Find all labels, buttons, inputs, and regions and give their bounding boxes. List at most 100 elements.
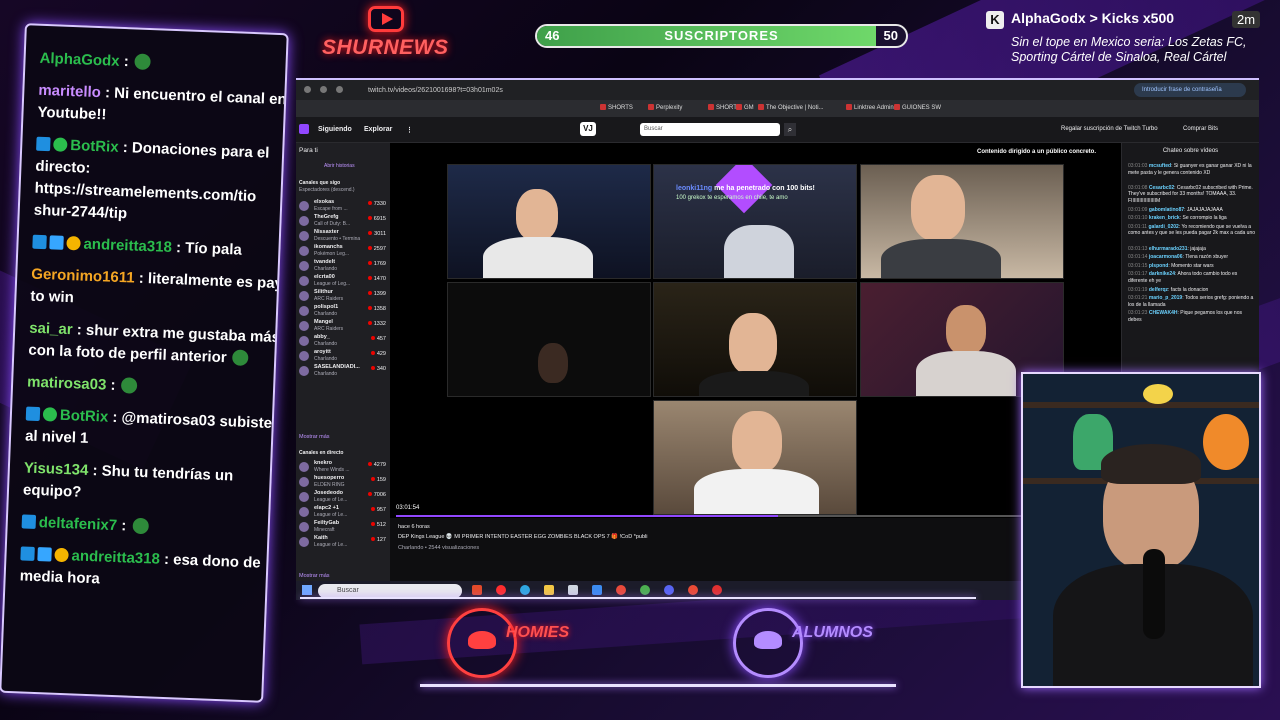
- chat-username[interactable]: mcsufted: [1149, 163, 1171, 169]
- turbo-button[interactable]: Regalar suscripción de Twitch Turbo: [1061, 126, 1158, 132]
- playback-time: 03:01:54: [396, 505, 420, 511]
- discord-icon[interactable]: [664, 585, 674, 595]
- brave-icon[interactable]: [472, 585, 482, 595]
- show-more-followed[interactable]: Mostrar más: [299, 434, 330, 440]
- app-icon[interactable]: [616, 585, 626, 595]
- chat-badge-icon: [53, 137, 68, 152]
- address-bar[interactable]: twitch.tv/videos/2621001698?t=03h01m02s: [368, 84, 1008, 97]
- chat-username[interactable]: maritello: [38, 82, 101, 101]
- sidebar-channel[interactable]: abby_ Charlando 457: [299, 334, 387, 349]
- app-icon[interactable]: [592, 585, 602, 595]
- shelf: [1023, 402, 1259, 408]
- stream-app-icon[interactable]: VJ: [580, 122, 596, 136]
- bookmark-item[interactable]: Perplexity: [648, 104, 682, 111]
- chat-username[interactable]: CHEWAK4H: [1149, 310, 1178, 316]
- store-icon[interactable]: [568, 585, 578, 595]
- stream-chat-panel: AlphaGodx : maritello : Ni encuentro el c…: [0, 23, 289, 703]
- bookmark-item[interactable]: GM: [736, 104, 754, 111]
- sidebar-channel[interactable]: Nissaxter Descuento • Termina 3011: [299, 229, 387, 244]
- bookmark-label: Linktree Admin: [854, 105, 894, 111]
- sidebar-channel[interactable]: elapc2 +1 League of Le... 957: [299, 505, 387, 520]
- person-body: [881, 239, 1001, 278]
- chat-username[interactable]: andreitta318: [83, 236, 172, 256]
- back-icon[interactable]: [304, 86, 311, 93]
- channel-avatar: [299, 477, 309, 487]
- forward-icon[interactable]: [320, 86, 327, 93]
- sidebar-channel[interactable]: huesoperro ELDEN RING 159: [299, 475, 387, 490]
- sidebar-channel[interactable]: Kaith League of Le... 127: [299, 535, 387, 550]
- show-more-live[interactable]: Mostrar más: [299, 573, 330, 579]
- alert-time: 2m: [1232, 11, 1261, 28]
- channel-viewers: 3011: [368, 231, 386, 237]
- chat-username[interactable]: sai_ar: [29, 320, 73, 339]
- sidebar-channel[interactable]: elcrta00 League of Leg... 1470: [299, 274, 387, 289]
- chat-username[interactable]: elhurmarado231: [1149, 246, 1188, 252]
- twitch-logo-icon[interactable]: [299, 124, 309, 134]
- pokeball-icon[interactable]: [712, 585, 722, 595]
- sidebar-channel[interactable]: SASELANDIADI... Charlando 340: [299, 364, 387, 379]
- search-icon[interactable]: ⌕: [784, 123, 796, 136]
- sidebar-channel[interactable]: ikomanchs Pokémon Leg... 2597: [299, 244, 387, 259]
- chat-username[interactable]: delferqz: [1149, 287, 1168, 293]
- chat-username[interactable]: mario_p_2019: [1149, 295, 1182, 301]
- sidebar-channel[interactable]: Silithur ARC Raiders 1399: [299, 289, 387, 304]
- windows-start-icon[interactable]: [302, 585, 312, 595]
- chrome-icon[interactable]: [640, 585, 650, 595]
- nav-following[interactable]: Siguiendo: [318, 126, 352, 133]
- sidebar-channel[interactable]: FeiltyGab Minecraft 512: [299, 520, 387, 535]
- opera-icon[interactable]: [496, 585, 506, 595]
- chat-username[interactable]: BotRix: [60, 407, 109, 426]
- sidebar-channel[interactable]: aroyitt Charlando 429: [299, 349, 387, 364]
- sidebar-channel[interactable]: tvandelt Charlando 1769: [299, 259, 387, 274]
- chat-username[interactable]: andreitta318: [71, 547, 160, 567]
- chat-username[interactable]: kraken_brick: [1149, 215, 1180, 221]
- bookmark-label: GUIONES SW: [902, 105, 942, 111]
- chat-username[interactable]: gabomlatino87: [1149, 207, 1184, 213]
- chat-username[interactable]: AlphaGodx: [39, 50, 120, 70]
- search-input[interactable]: Buscar: [640, 123, 780, 136]
- bookmark-item[interactable]: SHORTS: [600, 104, 633, 111]
- alumnos-logo-icon: [733, 608, 803, 678]
- chat-username[interactable]: BotRix: [70, 137, 119, 156]
- bits-button[interactable]: Comprar Bits: [1183, 126, 1218, 132]
- sidebar-channel[interactable]: Mangel ARC Raiders 1332: [299, 319, 387, 334]
- chat-message: AlphaGodx :: [39, 48, 289, 80]
- bookmark-icon: [758, 104, 764, 110]
- chat-username[interactable]: Cesarbc02: [1149, 185, 1174, 191]
- video-player[interactable]: Contenido dirigido a un público concreto…: [390, 143, 1121, 531]
- seek-bar[interactable]: [396, 515, 1116, 517]
- chat-username[interactable]: darknike24: [1149, 271, 1175, 277]
- history-link[interactable]: Abrir historias: [324, 163, 355, 169]
- video-title: DEP Kings League 💀 MI PRIMER INTENTO EAS…: [398, 534, 648, 540]
- chat-badge-icon: [37, 547, 52, 562]
- chat-username[interactable]: Geronimo1611: [31, 266, 135, 287]
- passkey-button[interactable]: Introducir frase de contraseña: [1134, 83, 1246, 97]
- chat-username[interactable]: deltafenix7: [38, 514, 117, 534]
- bookmark-item[interactable]: The Objective | Noti...: [758, 104, 824, 111]
- sidebar-channel[interactable]: TheGrefg Call of Duty: B... 6915: [299, 214, 387, 229]
- chat-username[interactable]: matirosa03: [27, 374, 107, 394]
- bookmark-item[interactable]: Linktree Admin: [846, 104, 894, 111]
- sidebar-channel[interactable]: Josedeodo League of Le... 7006: [299, 490, 387, 505]
- folder-icon[interactable]: [544, 585, 554, 595]
- reload-icon[interactable]: [336, 86, 343, 93]
- nav-more-icon[interactable]: ⋮: [406, 126, 413, 134]
- followed-sort[interactable]: Espectadores (descend.): [299, 187, 359, 193]
- sidebar-channel[interactable]: elxokas Escape from ... 7330: [299, 199, 387, 214]
- chat-username[interactable]: Yisus134: [24, 459, 89, 478]
- taskbar-search[interactable]: Buscar: [318, 584, 462, 598]
- chat-username[interactable]: plspond: [1149, 263, 1168, 269]
- bookmark-item[interactable]: GUIONES SW: [894, 104, 941, 111]
- sidebar-channel[interactable]: knekro Where Winds ... 4279: [299, 460, 387, 475]
- sidebar-channel[interactable]: polispol1 Charlando 1358: [299, 304, 387, 319]
- nav-browse[interactable]: Explorar: [364, 126, 392, 133]
- edge-icon[interactable]: [520, 585, 530, 595]
- chrome-icon[interactable]: [688, 585, 698, 595]
- chat-username[interactable]: galardi_0202: [1148, 224, 1178, 230]
- chat-username[interactable]: joacarmona06: [1149, 254, 1183, 260]
- chat-message: BotRix : @matirosa03 subiste al nivel 1: [25, 404, 279, 458]
- subscriber-goal: 50: [883, 28, 898, 43]
- channel-viewers: 429: [371, 351, 386, 357]
- for-you-title: Para ti: [299, 147, 318, 154]
- subscriber-goal-bar: 46 SUSCRIPTORES 50: [535, 24, 908, 48]
